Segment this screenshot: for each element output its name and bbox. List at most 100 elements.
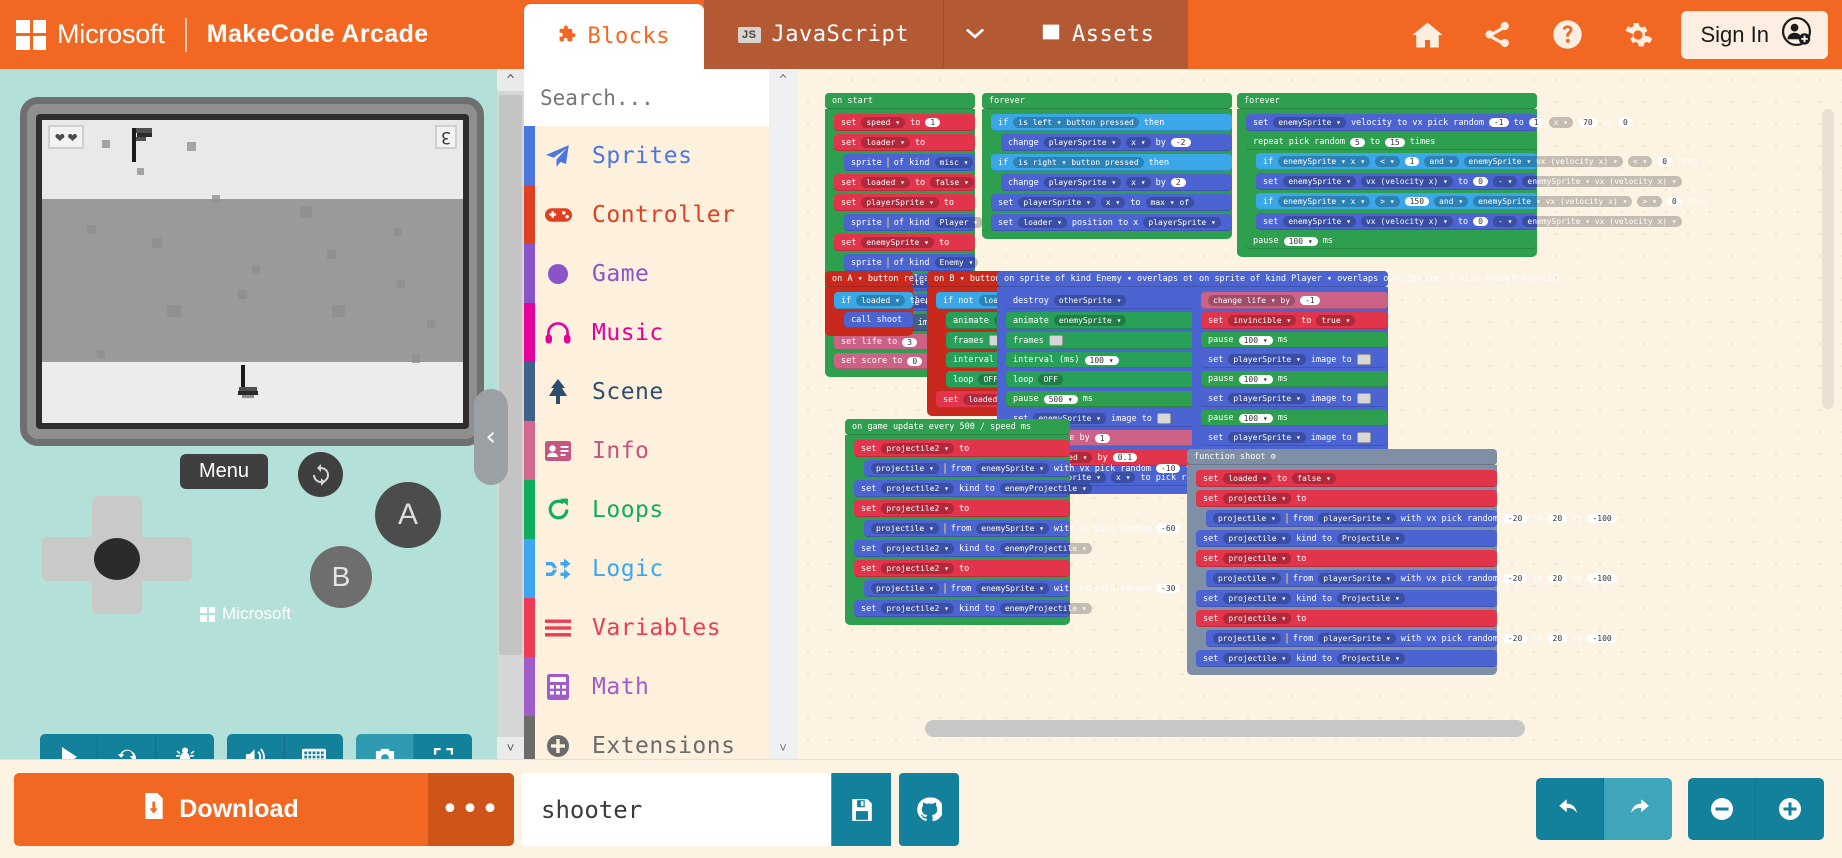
block-dropdown-field[interactable]: enemyProjectile ▾ (999, 543, 1092, 554)
block-statement[interactable]: set invincible ▾ to true ▾ (1201, 312, 1388, 329)
block-dropdown-field[interactable]: and ▾ (1434, 196, 1469, 207)
block-dropdown-field[interactable]: projectile ▾ (871, 523, 939, 534)
block-number-field[interactable]: 100 ▾ (1084, 355, 1119, 365)
block-number-field[interactable]: -30 (1156, 584, 1181, 593)
block-dropdown-field[interactable]: misc ▾ (934, 157, 974, 168)
toolbox-category-scene[interactable]: Scene (524, 362, 769, 421)
block-dropdown-field[interactable]: enemySprite ▾ vx (velocity x) ▾ (1473, 196, 1633, 207)
block-statement[interactable]: set playerSprite ▾ image to (1201, 351, 1388, 368)
toolbox-right-scrollbar[interactable]: ^ ˅ (769, 69, 797, 759)
button-a[interactable]: A (375, 482, 441, 548)
block-dropdown-field[interactable]: enemySprite ▾ (976, 523, 1049, 534)
block-statement[interactable]: set projectile2 ▾ to (854, 560, 1070, 577)
block-header[interactable]: on A ▾ button released ▾ (825, 271, 955, 287)
block-statement[interactable]: set projectile ▾ to (1196, 610, 1497, 627)
block-statement[interactable]: call shoot (844, 312, 913, 328)
plus-circle-icon[interactable] (1756, 778, 1824, 840)
block-number-field[interactable]: -100 (1587, 634, 1617, 643)
block-dropdown-field[interactable]: projectile2 ▾ (881, 443, 954, 454)
block-dropdown-field[interactable]: projectile ▾ (1213, 633, 1281, 644)
block-dropdown-field[interactable]: projectile2 ▾ (881, 563, 954, 574)
toolbox-category-math[interactable]: Math (524, 657, 769, 716)
block-statement[interactable]: sprite of kind Enemy ▾ (844, 254, 979, 271)
block-dropdown-field[interactable]: playerSprite ▾ (1228, 393, 1306, 404)
block-group-forever-controller[interactable]: forever if is left ▾ button pressed then cha… (982, 93, 1232, 239)
menu-button[interactable]: Menu (180, 454, 269, 489)
block-dropdown-field[interactable]: < ▾ (1627, 156, 1653, 167)
workspace-horizontal-scrollbar[interactable] (925, 720, 1525, 737)
block-statement[interactable]: animate enemySprite ▾ (1006, 312, 1207, 329)
block-statement[interactable]: frames (1006, 332, 1207, 349)
block-statement[interactable]: set projectile2 ▾ kind to enemyProjectile ▾ (854, 540, 1092, 557)
block-statement[interactable]: set loaded ▾ to false ▾ (834, 174, 975, 191)
block-statement[interactable]: set projectile ▾ to (1196, 550, 1497, 567)
block-dropdown-field[interactable]: projectile ▾ (1223, 533, 1292, 544)
block-dropdown-field[interactable]: playerSprite ▾ (1228, 354, 1306, 365)
block-number-field[interactable]: -60 (1156, 524, 1181, 533)
block-number-field[interactable]: 2 (1170, 178, 1186, 187)
block-number-field[interactable]: 100 ▾ (1238, 374, 1273, 384)
block-dropdown-field[interactable]: enemySprite ▾ (1053, 315, 1127, 326)
block-dropdown-field[interactable]: false ▾ (930, 177, 974, 188)
block-dropdown-field[interactable]: > ▾ (1375, 196, 1400, 207)
block-dropdown-field[interactable]: true ▾ (1316, 315, 1356, 326)
toolbox-category-logic[interactable]: Logic (524, 539, 769, 598)
block-dropdown-field[interactable]: x ▾ (1126, 177, 1151, 188)
block-header[interactable]: on game update every 500 / speed ms (845, 419, 1070, 435)
block-number-field[interactable]: -100 (1587, 514, 1617, 523)
scroll-down-icon[interactable]: ˅ (769, 737, 797, 759)
block-dropdown-field[interactable]: change life ▾ by (1208, 295, 1296, 306)
toolbox-collapse-button[interactable]: ‹ (474, 389, 508, 485)
block-statement[interactable]: set loader ▾ to (834, 134, 975, 151)
toolbox-category-controller[interactable]: Controller (524, 185, 769, 244)
block-dropdown-field[interactable]: is right ▾ button pressed (1013, 157, 1144, 168)
block-dropdown-field[interactable]: Player ▾ (934, 217, 984, 228)
block-statement[interactable]: set projectile2 ▾ to (854, 500, 1070, 517)
block-dropdown-field[interactable]: loader ▾ (861, 137, 910, 148)
block-dropdown-field[interactable]: playerSprite ▾ (1043, 137, 1122, 148)
block-number-field[interactable]: 100 ▾ (1238, 335, 1273, 345)
block-dropdown-field[interactable]: enemySprite ▾ (861, 237, 934, 248)
block-dropdown-field[interactable]: projectile ▾ (1213, 573, 1281, 584)
block-dropdown-field[interactable]: enemySprite ▾ vx (velocity x) ▾ (1463, 156, 1623, 167)
block-dropdown-field[interactable]: invincible ▾ (1228, 315, 1297, 326)
block-dropdown-field[interactable]: - ▾ (1492, 216, 1518, 227)
block-dropdown-field[interactable]: x ▾ (1126, 137, 1151, 148)
block-dropdown-field[interactable]: Projectile ▾ (1336, 593, 1405, 604)
block-header[interactable]: on sprite of kind Player ▾ overlaps othe… (1192, 271, 1573, 287)
block-statement[interactable]: set projectile ▾ kind to Projectile ▾ (1196, 530, 1497, 547)
home-icon[interactable] (1393, 0, 1463, 69)
block-statement[interactable]: set enemySprite ▾ vx (velocity x) ▾ to 0 - ▾ e… (1256, 213, 1682, 230)
floppy-save-icon[interactable] (831, 773, 891, 846)
block-dropdown-field[interactable]: Enemy ▾ (934, 257, 979, 268)
block-number-field[interactable]: 20 (1547, 514, 1568, 523)
tab-blocks[interactable]: Blocks (523, 4, 705, 69)
block-number-field[interactable]: 0 (1473, 177, 1488, 186)
gear-icon[interactable] (1603, 0, 1673, 69)
block-dropdown-field[interactable]: false ▾ (1292, 473, 1336, 484)
block-number-field[interactable]: 0 (907, 356, 923, 366)
block-number-field[interactable]: 1 (1404, 157, 1420, 166)
block-statement[interactable]: set projectile ▾ to (1196, 490, 1497, 507)
simulator-screen[interactable]: ❤ ❤ 3 (42, 120, 463, 423)
block-statement[interactable]: set projectile2 ▾ to (854, 440, 1070, 457)
block-dropdown-field[interactable]: loaded ▾ (861, 177, 910, 188)
block-number-field[interactable]: 150 (1404, 197, 1430, 206)
block-statement[interactable]: sprite of kind misc ▾ (844, 154, 975, 171)
block-statement[interactable]: if loaded ▾ then (834, 292, 930, 309)
toolbox-category-info[interactable]: Info (524, 421, 769, 480)
block-dropdown-field[interactable]: projectile2 ▾ (881, 483, 954, 494)
scroll-down-icon[interactable]: ˅ (497, 737, 524, 759)
block-statement[interactable]: repeat pick random 5 to 15 times (1246, 134, 1537, 150)
github-cat-icon[interactable] (899, 773, 959, 846)
block-header[interactable]: forever (1237, 93, 1537, 109)
block-dropdown-field[interactable]: playerSprite ▾ (1318, 513, 1396, 524)
block-number-field[interactable]: -10 (1156, 464, 1181, 473)
block-dropdown-field[interactable]: projectile ▾ (871, 463, 939, 474)
block-number-field[interactable]: 5 (1350, 137, 1365, 147)
block-number-field[interactable]: 20 (1547, 634, 1568, 643)
block-dropdown-field[interactable]: projectile2 ▾ (881, 603, 954, 614)
block-statement[interactable]: set loaded ▾ to false ▾ (1196, 470, 1497, 487)
block-dropdown-field[interactable]: enemySprite ▾ (1283, 176, 1356, 187)
block-number-field[interactable]: -1 (1488, 118, 1509, 127)
